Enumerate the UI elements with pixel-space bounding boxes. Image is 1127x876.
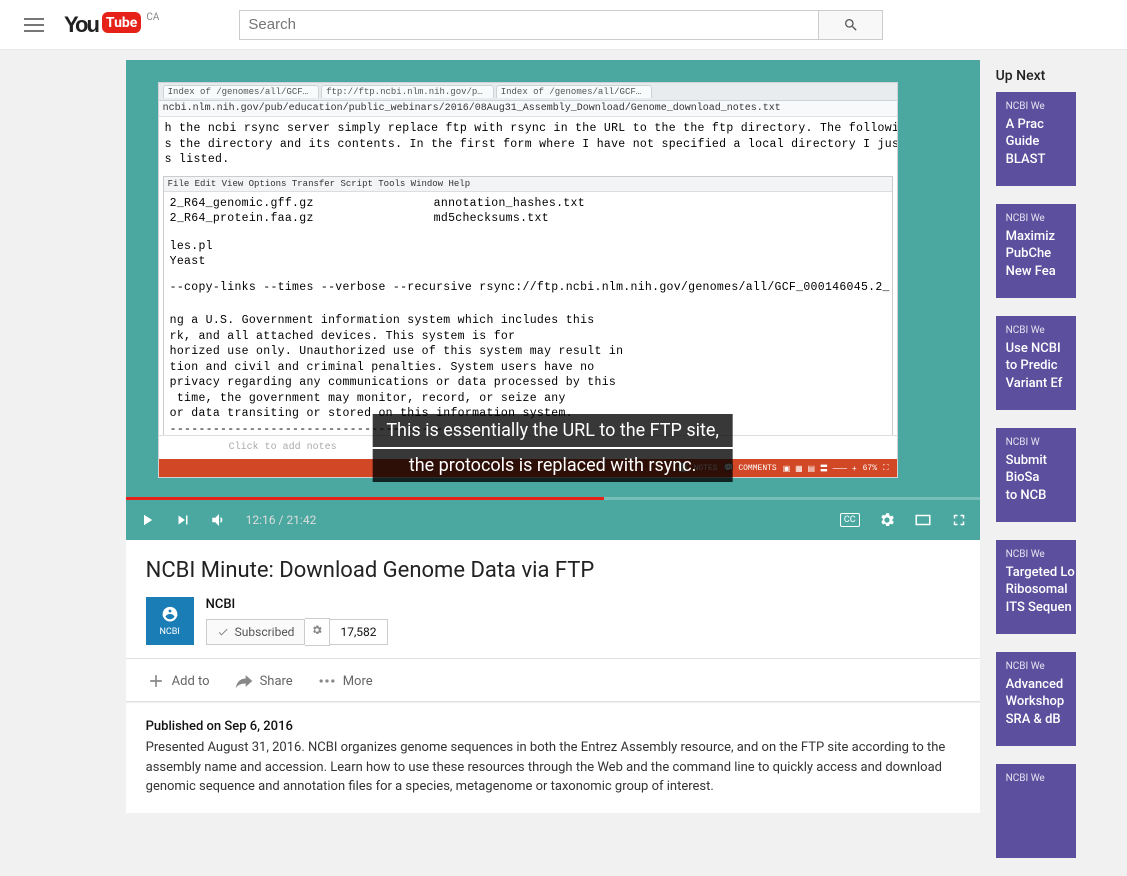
browser-tab: Index of /genomes/all/GCF… (496, 85, 652, 98)
settings-button[interactable] (878, 511, 896, 529)
thumb-source: NCBI W (1006, 436, 1076, 450)
share-button[interactable]: Share (234, 671, 293, 691)
search-icon (843, 17, 859, 33)
player-controls: 12:16 / 21:42 CC (126, 500, 980, 540)
next-button[interactable] (174, 511, 192, 529)
publish-date: Published on Sep 6, 2016 (146, 719, 960, 734)
thumb-title: MaximizPubCheNew Fea (1006, 228, 1076, 281)
thumb-source: NCBI We (1006, 660, 1076, 674)
recommendation-thumb[interactable]: NCBI We (996, 764, 1076, 858)
thumb-title: Targeted LoRibosomalITS Sequen (1006, 564, 1076, 617)
more-button[interactable]: More (317, 671, 373, 691)
thumb-source: NCBI We (1006, 772, 1076, 786)
fullscreen-button[interactable] (950, 511, 968, 529)
channel-avatar[interactable]: NCBI (146, 597, 194, 645)
video-description: Presented August 31, 2016. NCBI organize… (146, 738, 960, 797)
browser-tab: Index of /genomes/all/GCF… (163, 85, 319, 98)
recommendation-thumb[interactable]: NCBI W SubmitBioSato NCB (996, 428, 1076, 522)
subscriber-count: 17,582 (330, 619, 387, 645)
thumb-title: A PracGuideBLAST (1006, 116, 1076, 169)
thumb-source: NCBI We (1006, 100, 1076, 114)
menu-icon[interactable] (24, 18, 44, 32)
thumb-title: SubmitBioSato NCB (1006, 452, 1076, 505)
play-button[interactable] (138, 511, 156, 529)
closed-caption-text: This is essentially the URL to the FTP s… (372, 412, 733, 482)
logo-text: You (64, 12, 98, 38)
volume-button[interactable] (210, 511, 228, 529)
browser-tab: ftp://ftp.ncbi.nlm.nih.gov/p… (321, 85, 494, 98)
video-metadata: NCBI Minute: Download Genome Data via FT… (126, 540, 980, 659)
recommendation-thumb[interactable]: NCBI We A PracGuideBLAST (996, 92, 1076, 186)
thumb-source: NCBI We (1006, 212, 1076, 226)
addto-button[interactable]: Add to (146, 671, 210, 691)
app-header: You Tube CA (0, 0, 1127, 50)
upnext-heading: Up Next (996, 64, 1076, 92)
recommendation-thumb[interactable]: NCBI We Targeted LoRibosomalITS Sequen (996, 540, 1076, 634)
theater-button[interactable] (914, 511, 932, 529)
search-bar (239, 10, 883, 40)
thumb-title: Use NCBIto PredicVariant Ef (1006, 340, 1076, 393)
action-row: Add to Share More (126, 659, 980, 702)
recommendation-thumb[interactable]: NCBI We Use NCBIto PredicVariant Ef (996, 316, 1076, 410)
country-code: CA (146, 12, 159, 23)
time-display: 12:16 / 21:42 (246, 513, 317, 527)
thumb-source: NCBI We (1006, 548, 1076, 562)
video-title: NCBI Minute: Download Genome Data via FT… (146, 558, 960, 583)
subscribe-button[interactable]: Subscribed (206, 619, 306, 645)
subscription-settings-button[interactable] (305, 618, 330, 646)
thumb-source: NCBI We (1006, 324, 1076, 338)
cc-button[interactable]: CC (840, 513, 860, 527)
search-button[interactable] (819, 10, 883, 40)
search-input[interactable] (239, 10, 819, 40)
description-box: Published on Sep 6, 2016 Presented Augus… (126, 702, 980, 813)
browser-url: ncbi.nlm.nih.gov/pub/education/public_we… (159, 101, 897, 117)
logo-tube: Tube (102, 12, 141, 33)
video-player[interactable]: Index of /genomes/all/GCF… ftp://ftp.ncb… (126, 60, 980, 540)
youtube-logo[interactable]: You Tube CA (64, 12, 159, 38)
channel-name[interactable]: NCBI (206, 597, 388, 612)
recommendation-thumb[interactable]: NCBI We MaximizPubCheNew Fea (996, 204, 1076, 298)
thumb-title: AdvancedWorkshopSRA & dB (1006, 676, 1076, 729)
recommendation-thumb[interactable]: NCBI We AdvancedWorkshopSRA & dB (996, 652, 1076, 746)
